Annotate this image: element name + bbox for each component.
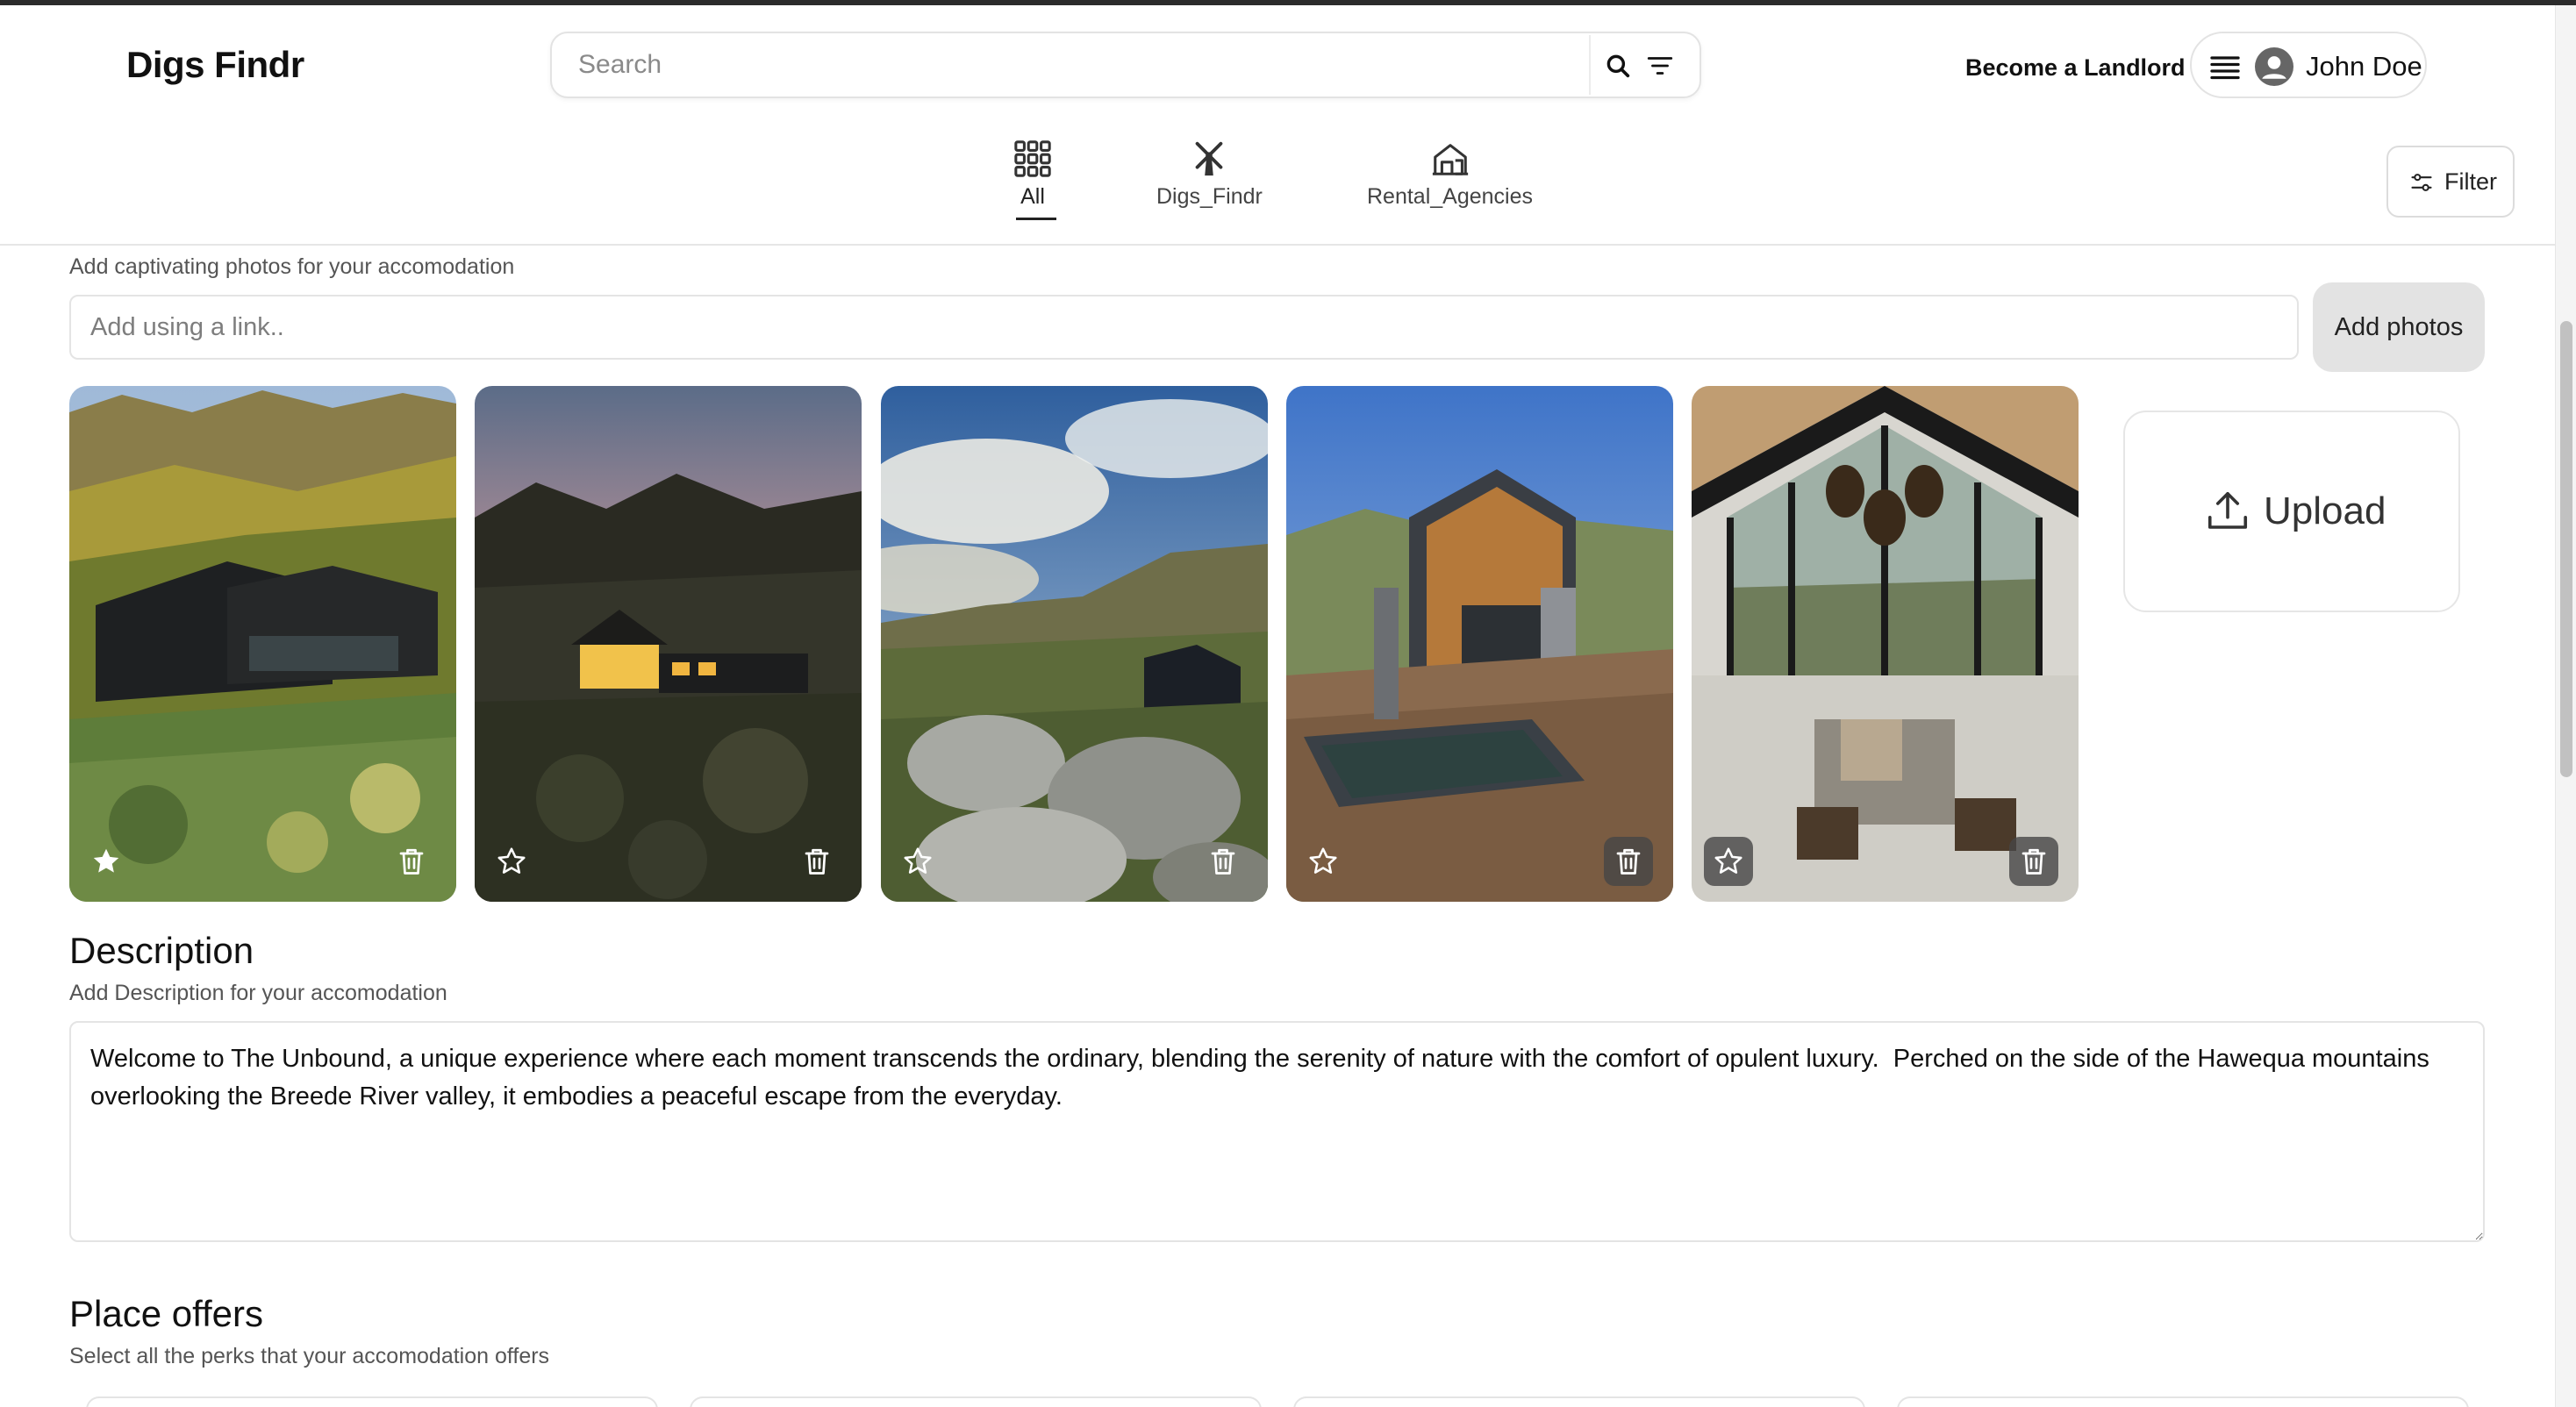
site-header: Digs Findr Become a Landlord John Doe: [0, 5, 2555, 246]
photo-thumbnail[interactable]: [881, 386, 1268, 902]
category-all-label: All: [1020, 184, 1045, 209]
photo-thumbnail[interactable]: [475, 386, 862, 902]
star-outline-icon: [1714, 847, 1742, 874]
user-name: John Doe: [2306, 51, 2422, 82]
star-outline-icon: [904, 847, 932, 874]
filter-button[interactable]: Filter: [2386, 146, 2515, 218]
photos-hint: Add captivating photos for your accomoda…: [69, 254, 515, 279]
trash-icon: [399, 848, 424, 875]
scrollbar-thumb[interactable]: [2560, 321, 2572, 777]
site-logo[interactable]: Digs Findr: [126, 44, 304, 86]
set-cover-photo-button[interactable]: [1299, 837, 1348, 886]
perk-option[interactable]: [690, 1396, 1262, 1407]
set-cover-photo-button[interactable]: [1704, 837, 1753, 886]
trash-icon: [805, 848, 829, 875]
trash-icon: [1211, 848, 1235, 875]
active-category-underline: [1016, 218, 1056, 220]
category-all[interactable]: All: [1013, 139, 1056, 220]
delete-photo-button[interactable]: [387, 837, 436, 886]
upload-photo-button[interactable]: Upload: [2123, 411, 2460, 612]
add-photos-button[interactable]: Add photos: [2313, 282, 2485, 372]
search-input[interactable]: [554, 35, 1591, 95]
sliders-icon: [2411, 174, 2432, 191]
photo-image: [881, 386, 1268, 902]
upload-label: Upload: [2264, 489, 2386, 532]
place-offers-title: Place offers: [69, 1293, 264, 1334]
photo-thumbnail[interactable]: [1286, 386, 1673, 902]
star-filled-icon: [93, 848, 119, 873]
page-scrollbar[interactable]: [2555, 5, 2576, 1407]
search-bar: [550, 32, 1701, 98]
upload-icon: [2207, 491, 2248, 529]
delete-photo-button[interactable]: [2009, 837, 2058, 886]
avatar-icon: [2255, 47, 2293, 86]
hamburger-menu-icon: [2210, 56, 2240, 80]
set-cover-photo-button[interactable]: [487, 837, 536, 886]
category-digs-findr[interactable]: Digs_Findr: [1156, 139, 1263, 210]
delete-photo-button[interactable]: [792, 837, 841, 886]
user-menu-button[interactable]: John Doe: [2190, 32, 2427, 98]
set-cover-photo-button[interactable]: [893, 837, 942, 886]
star-outline-icon: [497, 847, 526, 874]
photo-image: [475, 386, 862, 902]
become-landlord-link[interactable]: Become a Landlord: [1965, 54, 2186, 82]
delete-photo-button[interactable]: [1604, 837, 1653, 886]
category-rental-agencies-label: Rental_Agencies: [1367, 184, 1534, 209]
description-textarea[interactable]: Welcome to The Unbound, a unique experie…: [69, 1021, 2485, 1242]
add-photos-label: Add photos: [2334, 313, 2464, 341]
category-rental-agencies[interactable]: Rental_Agencies: [1367, 139, 1533, 210]
search-icon[interactable]: [1603, 51, 1633, 81]
perk-option[interactable]: [1897, 1396, 2469, 1407]
photo-image: [1692, 386, 2079, 902]
filter-lines-icon[interactable]: [1645, 51, 1675, 81]
perk-option[interactable]: [86, 1396, 658, 1407]
grid-icon: [1014, 140, 1051, 177]
photo-thumbnail[interactable]: [1692, 386, 2079, 902]
photo-thumbnail[interactable]: [69, 386, 456, 902]
description-hint: Add Description for your accomodation: [69, 981, 447, 1005]
star-outline-icon: [1309, 847, 1337, 874]
category-digs-findr-label: Digs_Findr: [1156, 184, 1263, 209]
trash-icon: [2021, 848, 2046, 875]
place-offers-hint: Select all the perks that your accomodat…: [69, 1344, 550, 1368]
trash-icon: [1616, 848, 1641, 875]
set-cover-photo-button[interactable]: [82, 837, 131, 886]
photo-image: [69, 386, 456, 902]
photo-image: [1286, 386, 1673, 902]
windmill-icon: [1196, 141, 1223, 176]
photo-link-input[interactable]: [69, 295, 2299, 360]
perk-option[interactable]: [1293, 1396, 1865, 1407]
description-title: Description: [69, 930, 254, 971]
filter-button-label: Filter: [2444, 168, 2497, 195]
delete-photo-button[interactable]: [1199, 837, 1248, 886]
house-icon: [1432, 144, 1468, 175]
